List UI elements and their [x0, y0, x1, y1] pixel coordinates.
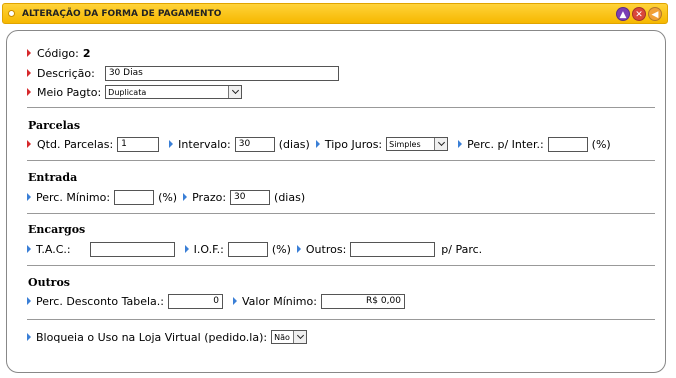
tac-input[interactable]	[89, 241, 175, 257]
descricao-label: Descrição:	[37, 66, 95, 80]
perc-minimo-unit: (%)	[158, 190, 178, 204]
meio-pagto-row: Meio Pagto: Duplicata	[27, 84, 246, 100]
tac-label: T.A.C.:	[36, 242, 71, 256]
codigo-value: 2	[82, 46, 91, 60]
back-button[interactable]: ◀	[648, 7, 662, 21]
outros-row: Perc. Desconto Tabela.: 0 Valor Mínimo: …	[27, 293, 409, 309]
qtd-parcelas-label: Qtd. Parcelas:	[37, 137, 114, 151]
tipo-juros-select[interactable]: Simples	[386, 137, 449, 151]
required-marker-icon	[27, 49, 31, 57]
field-marker-icon	[232, 297, 237, 305]
chevron-down-icon[interactable]	[434, 138, 448, 150]
perc-minimo-input[interactable]	[114, 189, 155, 205]
perc-inter-unit: (%)	[591, 137, 611, 151]
outros-heading: Outros	[28, 276, 70, 289]
intervalo-label: Intervalo:	[178, 137, 231, 151]
field-marker-icon	[458, 140, 463, 148]
field-marker-icon	[296, 245, 301, 253]
prazo-unit: (dias)	[274, 190, 306, 204]
title-bullet-icon	[8, 10, 15, 17]
parcelas-row: Qtd. Parcelas: 1 Intervalo: 30 (dias) Ti…	[27, 136, 611, 152]
field-marker-icon	[315, 140, 320, 148]
meio-pagto-label: Meio Pagto:	[37, 85, 102, 99]
intervalo-unit: (dias)	[278, 137, 310, 151]
perc-minimo-label: Perc. Mínimo:	[36, 190, 111, 204]
perc-inter-label: Perc. p/ Inter.:	[467, 137, 544, 151]
divider	[27, 319, 655, 320]
required-marker-icon	[27, 140, 31, 148]
bloqueia-label: Bloqueia o Uso na Loja Virtual (pedido.l…	[36, 330, 268, 344]
meio-pagto-select[interactable]: Duplicata	[105, 85, 243, 99]
divider	[27, 265, 655, 266]
codigo-label: Código:	[37, 46, 79, 60]
outros-unit: p/ Parc.	[441, 242, 483, 256]
outros-input[interactable]	[350, 241, 436, 257]
iof-label: I.O.F.:	[193, 242, 224, 256]
prazo-label: Prazo:	[192, 190, 227, 204]
window-titlebar: ALTERAÇÃO DA FORMA DE PAGAMENTO ▲ ✕ ◀	[2, 3, 668, 24]
prazo-input[interactable]: 30	[230, 189, 271, 205]
field-marker-icon	[184, 245, 189, 253]
bloqueia-selected: Não	[274, 332, 290, 342]
intervalo-input[interactable]: 30	[234, 136, 275, 152]
qtd-parcelas-input[interactable]: 1	[117, 136, 160, 152]
divider	[27, 107, 655, 108]
collapse-button[interactable]: ▲	[616, 7, 630, 21]
close-button[interactable]: ✕	[632, 7, 646, 21]
iof-input[interactable]	[227, 241, 268, 257]
chevron-down-icon[interactable]	[293, 331, 307, 343]
descricao-input[interactable]: 30 Dias	[104, 65, 339, 81]
bloqueia-select[interactable]: Não	[271, 330, 308, 344]
tipo-juros-selected: Simples	[389, 139, 421, 149]
field-marker-icon	[27, 193, 31, 201]
form-panel: Código: 2 Descrição: 30 Dias Meio Pagto:…	[6, 30, 666, 373]
encargos-row: T.A.C.: I.O.F.: (%) Outros: p/ Parc.	[27, 241, 482, 257]
encargos-heading: Encargos	[28, 223, 86, 236]
valor-minimo-label: Valor Mínimo:	[241, 294, 317, 308]
required-marker-icon	[27, 88, 31, 96]
chevron-down-icon[interactable]	[228, 86, 242, 98]
codigo-row: Código: 2	[27, 45, 91, 61]
bloqueia-row: Bloqueia o Uso na Loja Virtual (pedido.l…	[27, 329, 311, 345]
field-marker-icon	[169, 140, 174, 148]
required-marker-icon	[27, 69, 31, 77]
descricao-row: Descrição: 30 Dias	[27, 65, 343, 81]
entrada-row: Perc. Mínimo: (%) Prazo: 30 (dias)	[27, 189, 305, 205]
field-marker-icon	[183, 193, 188, 201]
meio-pagto-selected: Duplicata	[108, 87, 147, 97]
valor-minimo-input[interactable]: R$ 0,00	[320, 293, 405, 309]
window-title: ALTERAÇÃO DA FORMA DE PAGAMENTO	[22, 9, 222, 19]
entrada-heading: Entrada	[28, 171, 78, 184]
tipo-juros-label: Tipo Juros:	[324, 137, 383, 151]
desconto-tabela-label: Perc. Desconto Tabela.:	[36, 294, 164, 308]
field-marker-icon	[27, 245, 31, 253]
parcelas-heading: Parcelas	[28, 119, 81, 132]
divider	[27, 160, 655, 161]
perc-inter-input[interactable]	[547, 136, 588, 152]
desconto-tabela-input[interactable]: 0	[167, 293, 223, 309]
field-marker-icon	[27, 333, 31, 341]
iof-unit: (%)	[271, 242, 291, 256]
divider	[27, 213, 655, 214]
outros-label: Outros:	[305, 242, 347, 256]
field-marker-icon	[27, 297, 31, 305]
